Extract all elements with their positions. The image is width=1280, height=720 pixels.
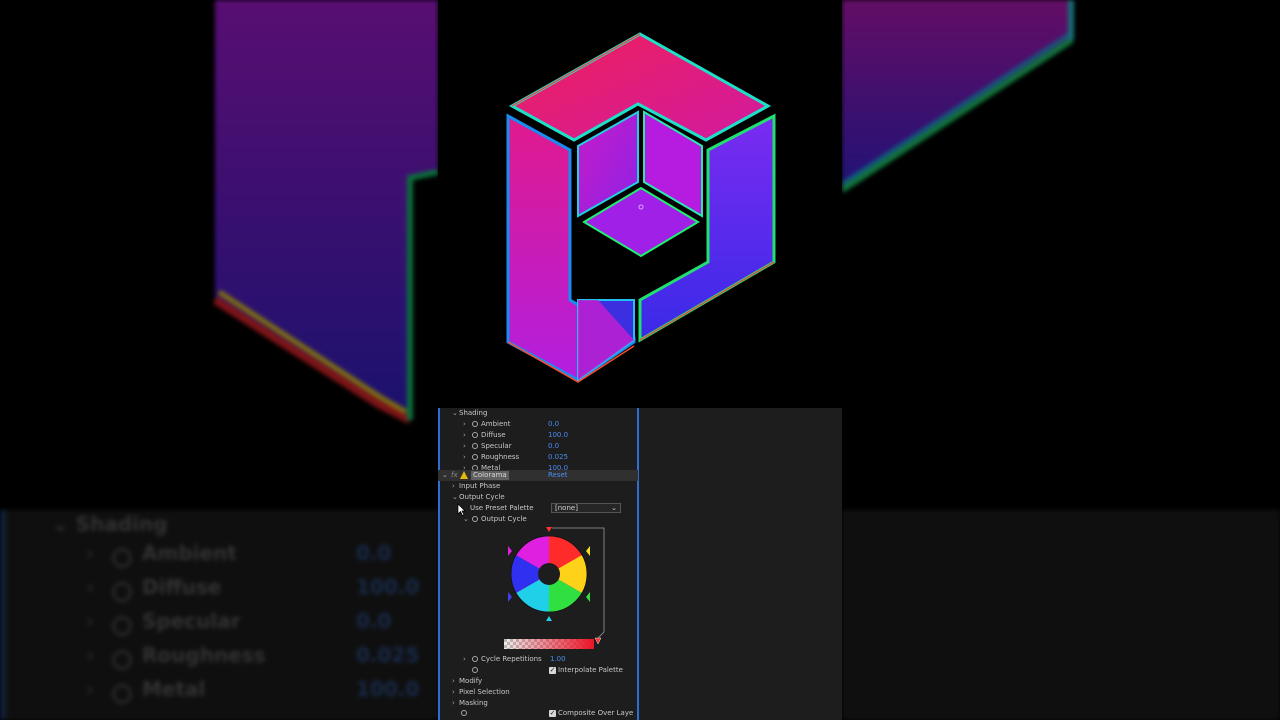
interpolate-checkbox[interactable]: ✓: [549, 667, 556, 674]
foreground-column: ⌄ Shading › Ambient 0.0 › Diffuse 100.0 …: [438, 0, 842, 720]
chevron-down-icon[interactable]: ⌄: [442, 470, 448, 481]
property-label: Output Cycle: [481, 515, 527, 523]
background-right-panel: [842, 510, 1280, 720]
property-cycle-repetitions[interactable]: › Cycle Repetitions 1.00: [438, 654, 638, 665]
property-specular[interactable]: › Specular 0.0: [438, 441, 638, 452]
effect-controls-panel: ⌄ Shading › Ambient 0.0 › Diffuse 100.0 …: [438, 408, 842, 720]
property-value[interactable]: 100.0: [548, 430, 568, 441]
output-cycle-color-wheel[interactable]: [504, 526, 608, 644]
timeline-area: [639, 408, 842, 720]
logo-shape: [506, 32, 776, 383]
bg-row-diffuse: › Diffuse 100.0: [6, 577, 440, 612]
chevron-right-icon[interactable]: ›: [463, 441, 466, 452]
dropdown-value: [none]: [555, 504, 578, 512]
logo-render: [506, 32, 776, 383]
chevron-right-icon[interactable]: ›: [452, 687, 455, 698]
background-logo-left: [212, 0, 439, 424]
group-label: Input Phase: [459, 482, 501, 490]
stopwatch-icon[interactable]: [472, 516, 478, 522]
chevron-right-icon[interactable]: ›: [452, 481, 455, 492]
property-composite-over-layer[interactable]: ✓ Composite Over Laye: [438, 708, 638, 719]
property-label: Ambient: [481, 420, 511, 428]
opacity-gradient-bar[interactable]: [504, 639, 594, 649]
reset-button[interactable]: Reset: [548, 470, 568, 481]
shading-group[interactable]: ⌄ Shading: [438, 408, 638, 419]
use-preset-palette-row[interactable]: Use Preset Palette [none] ⌄: [438, 503, 638, 514]
chevron-right-icon[interactable]: ›: [463, 430, 466, 441]
bg-row-roughness: › Roughness 0.025: [6, 645, 440, 680]
property-output-cycle[interactable]: ⌄ Output Cycle: [438, 514, 638, 525]
shading-label: Shading: [459, 409, 488, 417]
stopwatch-icon[interactable]: [472, 656, 478, 662]
stopwatch-icon[interactable]: [461, 710, 467, 716]
composite-checkbox[interactable]: ✓: [549, 710, 556, 717]
property-label: Diffuse: [481, 431, 506, 439]
property-label: Roughness: [481, 453, 520, 461]
group-input-phase[interactable]: › Input Phase: [438, 481, 638, 492]
property-roughness[interactable]: › Roughness 0.025: [438, 452, 638, 463]
preset-palette-dropdown[interactable]: [none] ⌄: [551, 503, 621, 513]
bg-row-specular: › Specular 0.0: [6, 611, 440, 646]
chevron-right-icon[interactable]: ›: [463, 419, 466, 430]
group-pixel-selection[interactable]: › Pixel Selection: [438, 687, 638, 698]
property-value[interactable]: 0.025: [548, 452, 568, 463]
stopwatch-icon[interactable]: [472, 432, 478, 438]
chevron-right-icon[interactable]: ›: [463, 452, 466, 463]
background-logo-right: [842, 0, 1074, 193]
property-label: Cycle Repetitions: [481, 655, 542, 663]
group-modify[interactable]: › Modify: [438, 676, 638, 687]
property-value[interactable]: 0.0: [548, 419, 559, 430]
stopwatch-icon[interactable]: [472, 454, 478, 460]
chevron-down-icon[interactable]: ⌄: [452, 492, 458, 503]
triangle-marker[interactable]: [546, 527, 552, 532]
chevron-down-icon[interactable]: ⌄: [452, 408, 458, 419]
chevron-right-icon[interactable]: ›: [463, 654, 466, 665]
property-label: Use Preset Palette: [470, 504, 534, 512]
group-label: Output Cycle: [459, 493, 505, 501]
chevron-down-icon: ⌄: [611, 504, 617, 512]
property-ambient[interactable]: › Ambient 0.0: [438, 419, 638, 430]
stopwatch-icon[interactable]: [472, 421, 478, 427]
warning-icon: [460, 471, 468, 479]
background-effects-panel: ⌄ Shading › Ambient 0.0 › Diffuse 100.0 › Spe…: [0, 510, 440, 720]
group-label: Modify: [459, 677, 483, 685]
property-diffuse[interactable]: › Diffuse 100.0: [438, 430, 638, 441]
effect-colorama[interactable]: ⌄ fx Colorama Reset: [438, 470, 638, 481]
checkbox-label: Composite Over Laye: [558, 709, 634, 717]
bg-row-metal: › Metal 100.0: [6, 679, 440, 714]
chevron-right-icon[interactable]: ›: [452, 676, 455, 687]
fx-toggle[interactable]: fx: [451, 470, 458, 481]
bg-row-ambient: › Ambient 0.0: [6, 543, 440, 578]
stopwatch-icon[interactable]: [472, 443, 478, 449]
property-value[interactable]: 1.00: [550, 654, 566, 665]
group-output-cycle[interactable]: ⌄ Output Cycle: [438, 492, 638, 503]
checkbox-label: Interpolate Palette: [558, 666, 623, 674]
property-value[interactable]: 0.0: [548, 441, 559, 452]
chevron-down-icon[interactable]: ⌄: [463, 514, 469, 525]
composition-viewer[interactable]: [438, 0, 842, 408]
group-label: Pixel Selection: [459, 688, 510, 696]
bg-shading-header: ⌄ Shading: [52, 512, 168, 536]
property-interpolate-palette[interactable]: ✓ Interpolate Palette: [438, 665, 638, 676]
effect-name[interactable]: Colorama: [471, 471, 509, 480]
property-label: Specular: [481, 442, 512, 450]
stopwatch-icon[interactable]: [472, 667, 478, 673]
